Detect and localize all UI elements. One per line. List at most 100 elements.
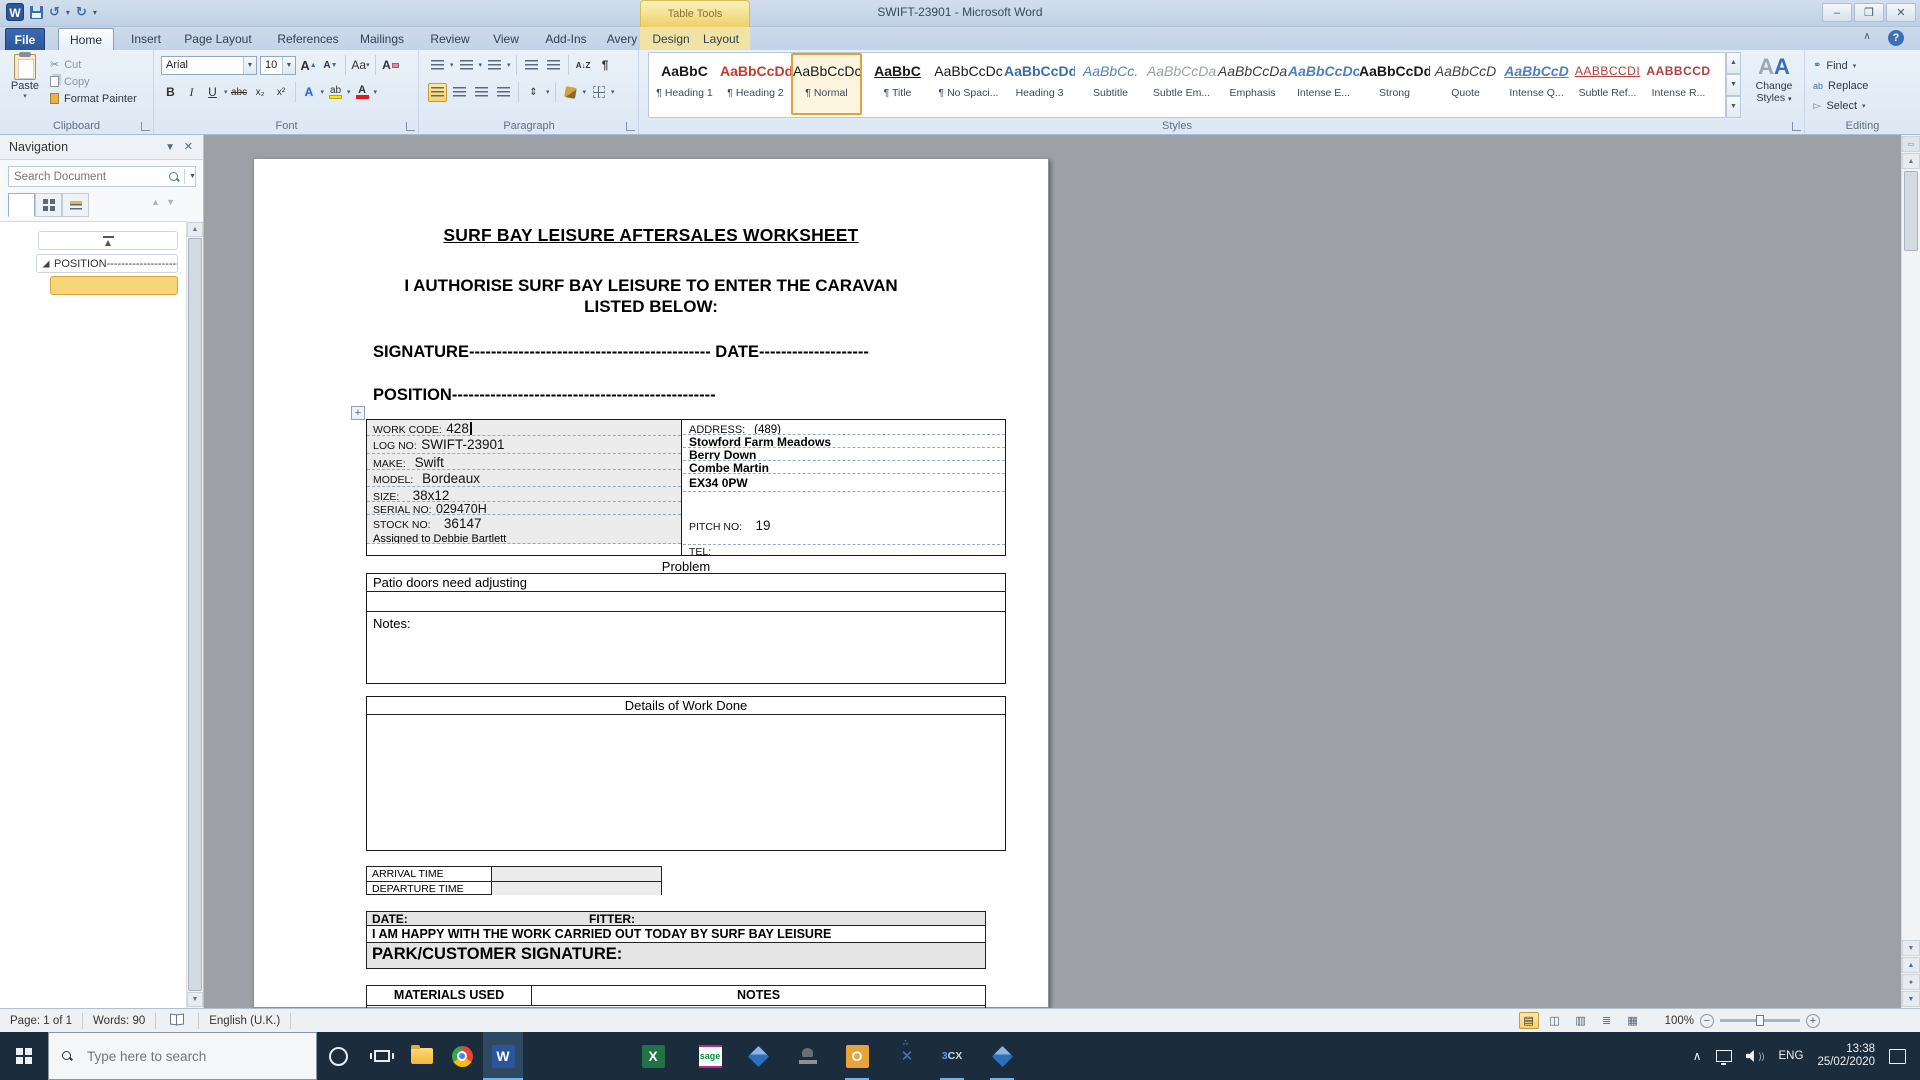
navigation-options-icon[interactable]: ▼ xyxy=(165,135,175,160)
tab-add-ins[interactable]: Add-Ins xyxy=(538,28,594,50)
table-move-handle-icon[interactable]: + xyxy=(351,406,365,420)
navigation-prev-next-icons[interactable]: ▲▼ xyxy=(151,197,181,207)
style-subtle-reference[interactable]: AABBCCDISubtle Ref... xyxy=(1572,53,1643,115)
underline-button[interactable]: U xyxy=(203,83,222,102)
navigation-close-icon[interactable]: ✕ xyxy=(184,135,193,160)
select-button[interactable]: ▻Select▾ xyxy=(1813,97,1868,114)
full-screen-reading-view-button[interactable]: ◫ xyxy=(1545,1012,1565,1029)
show-paragraph-marks-icon[interactable]: ¶ xyxy=(596,56,615,75)
line-spacing-icon[interactable]: ⇕ xyxy=(524,83,543,102)
borders-icon[interactable] xyxy=(589,83,608,102)
web-layout-view-button[interactable]: ▥ xyxy=(1571,1012,1591,1029)
arrival-departure-table[interactable]: ARRIVAL TIME DEPARTURE TIME xyxy=(366,866,662,895)
tray-clock[interactable]: 13:38 25/02/2020 xyxy=(1817,1043,1875,1069)
style-emphasis[interactable]: AaBbCcDaEmphasis xyxy=(1217,53,1288,115)
network-icon[interactable] xyxy=(1716,1050,1732,1062)
highlight-color-button[interactable]: ab xyxy=(326,83,345,102)
style-no-spacing[interactable]: AaBbCcDc¶ No Spaci... xyxy=(933,53,1004,115)
collapse-triangle-icon[interactable] xyxy=(43,260,50,267)
zoom-out-icon[interactable]: − xyxy=(1700,1014,1714,1028)
change-case-button[interactable]: Aa▾ xyxy=(351,56,370,75)
zoom-slider[interactable] xyxy=(1720,1019,1800,1022)
find-button[interactable]: ⚭Find▾ xyxy=(1813,57,1868,74)
superscript-button[interactable]: x² xyxy=(272,83,291,102)
tab-avery[interactable]: Avery xyxy=(600,28,644,50)
style-heading-2[interactable]: AaBbCcDd¶ Heading 2 xyxy=(720,53,791,115)
proofing-status[interactable] xyxy=(156,1013,199,1029)
page-count-status[interactable]: Page: 1 of 1 xyxy=(0,1013,83,1029)
font-dialog-launcher[interactable] xyxy=(406,122,415,131)
bold-button[interactable]: B xyxy=(161,83,180,102)
taskbar-task-view-button[interactable] xyxy=(362,1032,402,1080)
numbered-list-icon[interactable] xyxy=(457,56,476,75)
taskbar-word-button[interactable]: W xyxy=(483,1032,523,1080)
style-quote[interactable]: AaBbCcDQuote xyxy=(1430,53,1501,115)
taskbar-cortana-button[interactable] xyxy=(318,1032,358,1080)
shading-icon[interactable] xyxy=(561,83,580,102)
align-left-button[interactable] xyxy=(428,83,447,102)
volume-icon[interactable]: )) xyxy=(1746,1050,1765,1062)
style-heading-3[interactable]: AaBbCcDdHeading 3 xyxy=(1004,53,1075,115)
minimize-button[interactable]: – xyxy=(1822,3,1852,22)
action-center-icon[interactable] xyxy=(1889,1049,1906,1064)
multilevel-list-icon[interactable] xyxy=(485,56,504,75)
increase-indent-icon[interactable] xyxy=(544,56,563,75)
zoom-in-icon[interactable]: + xyxy=(1806,1014,1820,1028)
start-button[interactable] xyxy=(0,1032,48,1080)
change-styles-button[interactable]: AA Change Styles ▾ xyxy=(1746,54,1802,106)
details-of-work-table[interactable]: Details of Work Done xyxy=(366,696,1006,851)
sort-icon[interactable]: A↓Z xyxy=(574,56,593,75)
restore-button[interactable]: ❐ xyxy=(1854,3,1884,22)
taskbar-virtualbox-button[interactable] xyxy=(738,1032,778,1080)
nav-scroll-down-icon[interactable]: ▼ xyxy=(187,992,203,1007)
nav-scroll-thumb[interactable] xyxy=(188,238,202,991)
tab-layout[interactable]: Layout xyxy=(698,28,744,50)
scroll-thumb[interactable] xyxy=(1904,171,1918,251)
problem-text[interactable]: Patio doors need adjusting xyxy=(367,574,1005,592)
style-title[interactable]: AaBbC¶ Title xyxy=(862,53,933,115)
decrease-indent-icon[interactable] xyxy=(522,56,541,75)
copy-button[interactable]: Copy xyxy=(50,73,137,90)
help-icon[interactable]: ? xyxy=(1888,30,1904,46)
navigation-search-box[interactable]: ▼ xyxy=(8,166,196,187)
replace-button[interactable]: abReplace xyxy=(1813,77,1868,94)
taskbar-virtualbox2-button[interactable] xyxy=(982,1032,1022,1080)
departure-time-cell[interactable] xyxy=(492,882,661,895)
word-count-status[interactable]: Words: 90 xyxy=(83,1013,156,1029)
shrink-font-button[interactable]: A▼ xyxy=(321,56,340,75)
clear-formatting-button[interactable]: A xyxy=(381,56,400,75)
style-intense-emphasis[interactable]: AaBbCcDcIntense E... xyxy=(1288,53,1359,115)
tab-mailings[interactable]: Mailings xyxy=(352,28,412,50)
font-size-dropdown-icon[interactable]: ▼ xyxy=(282,57,295,74)
browse-headings-tab[interactable] xyxy=(8,193,35,217)
font-color-button[interactable]: A xyxy=(353,83,372,102)
tab-view[interactable]: View xyxy=(484,28,528,50)
nav-scroll-up-icon[interactable]: ▲ xyxy=(187,222,203,237)
problem-empty-row[interactable] xyxy=(367,592,1005,612)
zoom-level[interactable]: 100% xyxy=(1665,1015,1694,1027)
styles-scroll-down-icon[interactable]: ▼ xyxy=(1726,74,1741,96)
previous-page-icon[interactable]: ▲ xyxy=(1902,957,1920,973)
outline-view-button[interactable]: ≣ xyxy=(1597,1012,1617,1029)
collapse-ribbon-icon[interactable]: ∧ xyxy=(1858,31,1876,42)
tab-review[interactable]: Review xyxy=(424,28,476,50)
styles-more-icon[interactable]: ▼ xyxy=(1726,96,1741,118)
arrival-time-cell[interactable] xyxy=(492,867,661,881)
align-right-button[interactable] xyxy=(472,83,491,102)
caravan-info-table[interactable]: WORK CODE: 428 LOG NO: SWIFT-23901 MAKE:… xyxy=(366,419,1006,556)
notes-cell[interactable]: Notes: xyxy=(367,612,1005,631)
materials-table[interactable]: MATERIALS USED NOTES xyxy=(366,985,986,1009)
view-ruler-icon[interactable]: ▭ xyxy=(1902,136,1920,152)
close-button[interactable]: ✕ xyxy=(1886,3,1916,22)
style-intense-reference[interactable]: AABBCCDIntense R... xyxy=(1643,53,1714,115)
taskbar-stamp-app-button[interactable] xyxy=(788,1032,828,1080)
navigation-scrollbar[interactable]: ▲ ▼ xyxy=(186,221,203,1008)
paste-button[interactable]: Paste ▾ xyxy=(6,54,44,116)
next-page-icon[interactable]: ▼ xyxy=(1902,991,1920,1007)
taskbar-search-input[interactable] xyxy=(87,1049,287,1064)
taskbar-outlook-button[interactable]: O xyxy=(837,1032,877,1080)
tab-references[interactable]: References xyxy=(272,28,344,50)
style-normal[interactable]: AaBbCcDc¶ Normal xyxy=(791,53,862,115)
grow-font-button[interactable]: A▲ xyxy=(299,56,318,75)
tab-design[interactable]: Design xyxy=(648,28,694,50)
